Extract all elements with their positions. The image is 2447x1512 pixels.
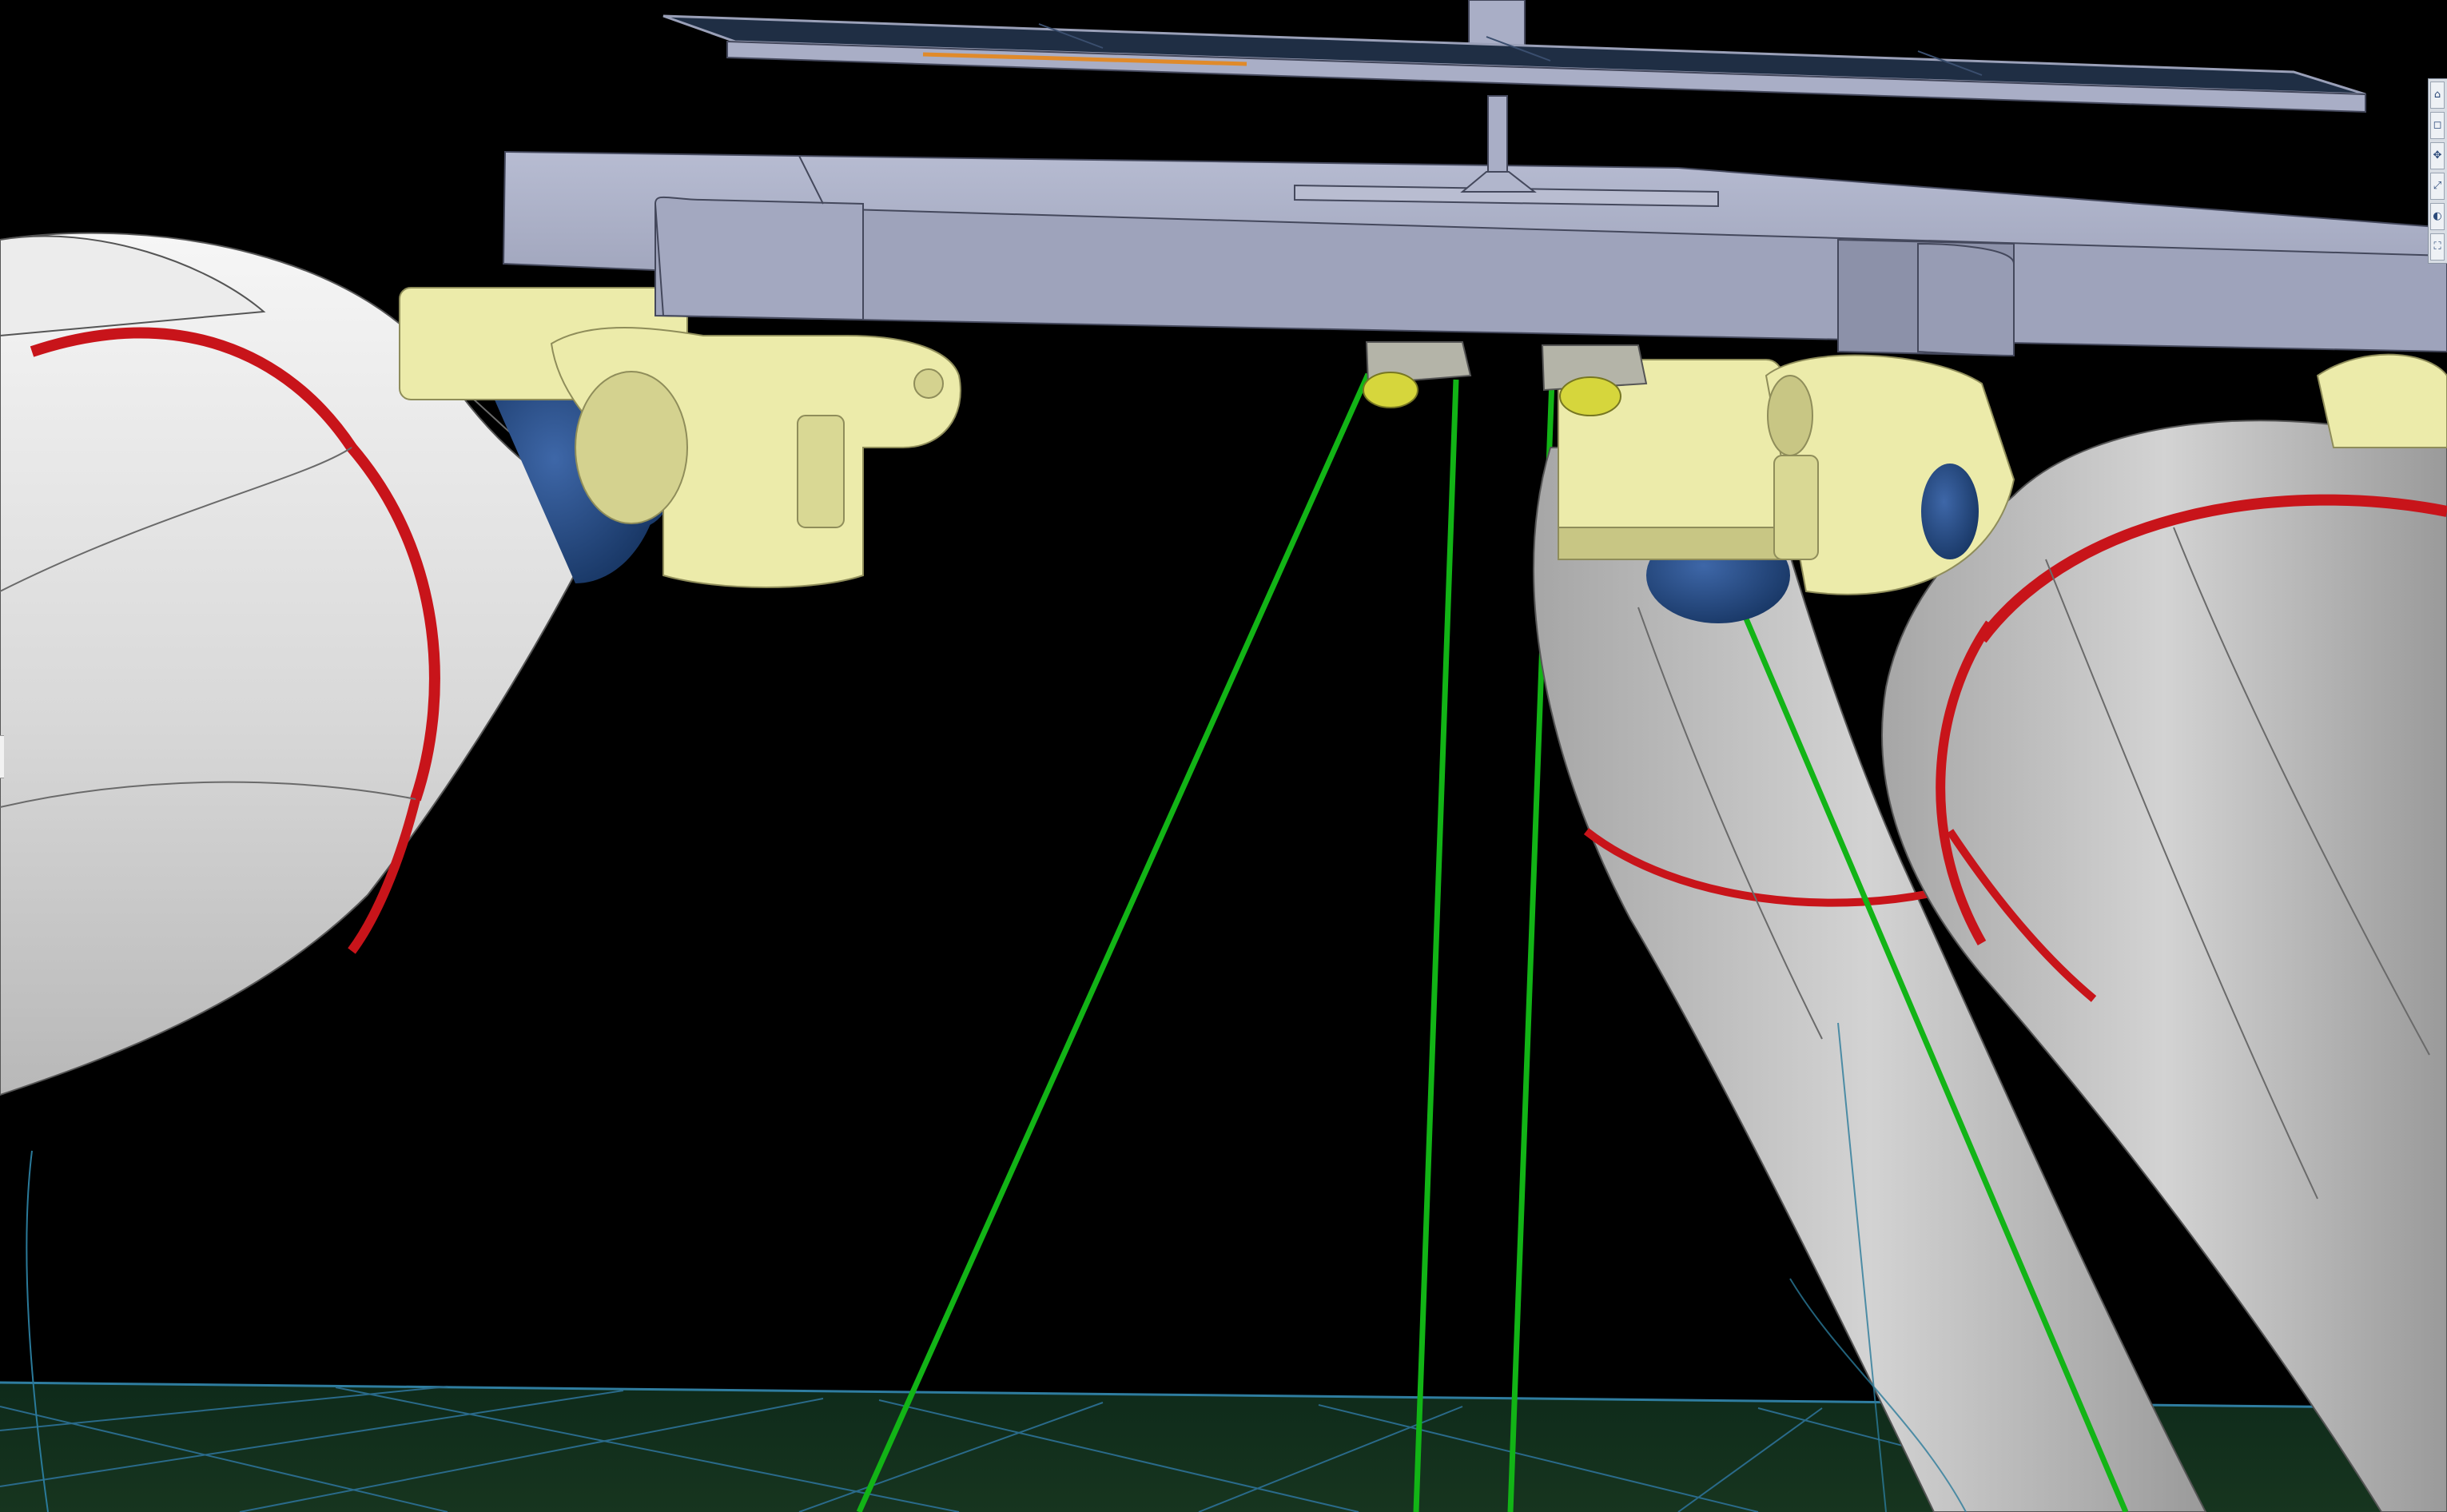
cad-3d-viewport[interactable]: ⌂ ◻ ✥ ⤢ ◐ ⛶ <box>0 0 2447 1512</box>
fit-view-icon[interactable]: ⛶ <box>2430 233 2445 261</box>
box-view-icon[interactable]: ◻ <box>2430 112 2445 139</box>
panel-resize-handle[interactable] <box>0 735 4 778</box>
tether-cables <box>856 372 1555 1512</box>
assembly-scene[interactable] <box>0 0 2447 1512</box>
home-view-icon[interactable]: ⌂ <box>2430 82 2445 109</box>
zoom-icon[interactable]: ⤢ <box>2430 173 2445 200</box>
orbit-icon[interactable]: ◐ <box>2430 203 2445 230</box>
pan-icon[interactable]: ✥ <box>2430 142 2445 169</box>
center-mast <box>1460 0 1537 193</box>
view-toolbar: ⌂ ◻ ✥ ⤢ ◐ ⛶ <box>2428 78 2447 264</box>
